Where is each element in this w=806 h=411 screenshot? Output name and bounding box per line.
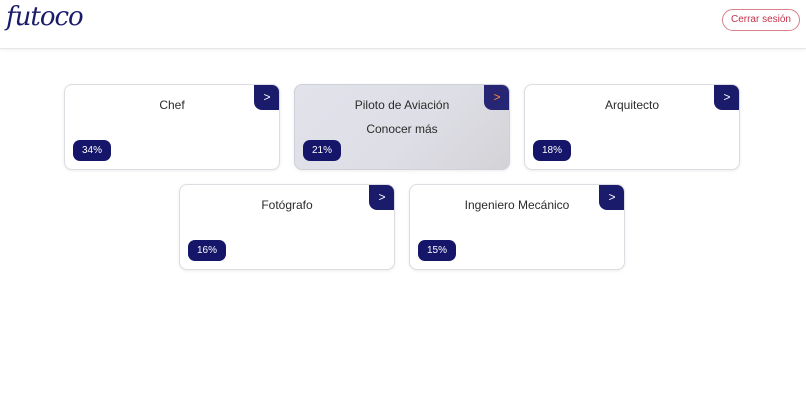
career-title: Ingeniero Mecánico (464, 198, 570, 212)
learn-more-link[interactable]: Conocer más (295, 122, 509, 136)
career-card-piloto-de-aviacion[interactable]: Piloto de Aviación Conocer más > 21% (294, 84, 510, 170)
chevron-right-icon[interactable]: > (599, 185, 624, 210)
match-percent-badge: 18% (533, 140, 572, 161)
match-percent-badge: 21% (303, 140, 342, 161)
chevron-right-icon[interactable]: > (484, 85, 509, 110)
career-title: Piloto de Aviación (354, 98, 450, 112)
chevron-right-icon[interactable]: > (714, 85, 739, 110)
chevron-right-icon[interactable]: > (369, 185, 394, 210)
career-card-ingeniero-mecanico[interactable]: Ingeniero Mecánico > 15% (409, 184, 625, 270)
career-title: Arquitecto (604, 98, 660, 112)
career-title: Fotógrafo (261, 198, 313, 212)
career-results-grid: Chef > 34% Piloto de Aviación Conocer má… (0, 0, 806, 411)
match-percent-badge: 34% (73, 140, 112, 161)
match-percent-badge: 15% (418, 240, 457, 261)
career-title: Chef (159, 98, 185, 112)
career-card-chef[interactable]: Chef > 34% (64, 84, 280, 170)
match-percent-badge: 16% (188, 240, 227, 261)
chevron-right-icon[interactable]: > (254, 85, 279, 110)
career-card-fotografo[interactable]: Fotógrafo > 16% (179, 184, 395, 270)
career-card-arquitecto[interactable]: Arquitecto > 18% (524, 84, 740, 170)
